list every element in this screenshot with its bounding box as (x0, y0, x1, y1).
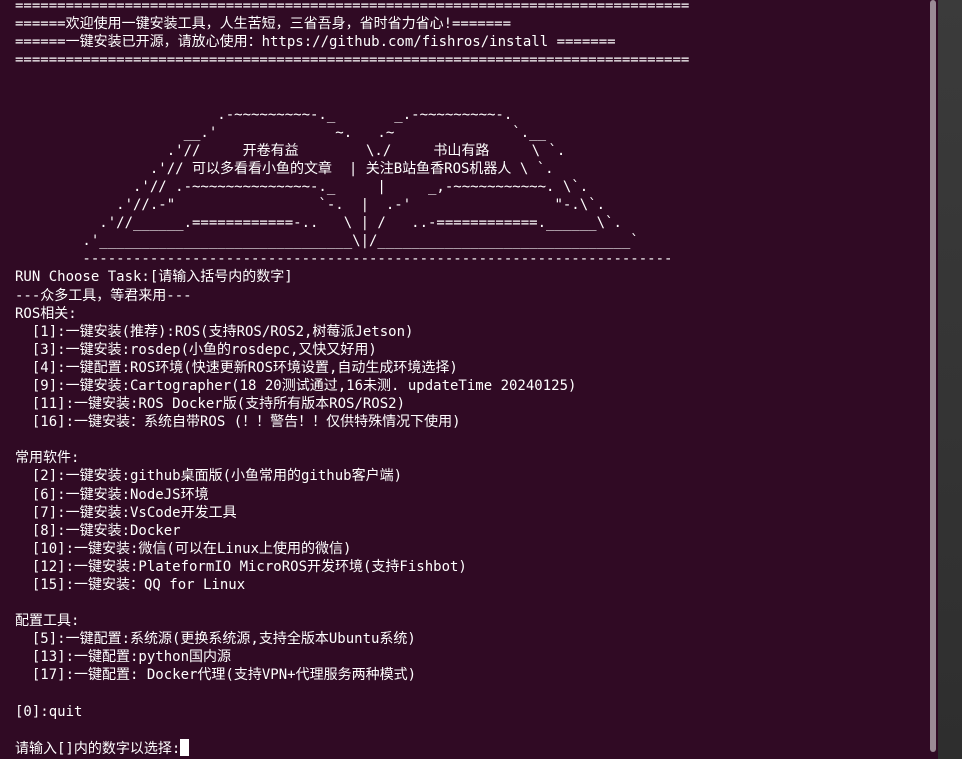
menu-option: [17]:一键配置: Docker代理(支持VPN+代理服务两种模式) (15, 667, 417, 684)
terminal-output: ========================================… (15, 0, 928, 757)
menu-option: [11]:一键安装:ROS Docker版(支持所有版本ROS/ROS2) (15, 396, 406, 413)
ascii-banner-line: ----------------------------------------… (15, 251, 673, 268)
menu-option: [4]:一键配置:ROS环境(快速更新ROS环境设置,自动生成环境选择) (15, 359, 458, 376)
ascii-banner-line: .-~~~~~~~~~-._ _.-~~~~~~~~~-. (15, 106, 513, 123)
menu-option: [2]:一键安装:github桌面版(小鱼常用的github客户端) (15, 468, 403, 485)
menu-title: RUN Choose Task:[请输入括号内的数字] (15, 269, 293, 286)
ascii-banner-line: .'______________________________\|/_____… (15, 233, 639, 250)
opensource-line: ======一键安装已开源，请放心使用：https://github.com/f… (15, 34, 616, 51)
menu-option: [10]:一键安装:微信(可以在Linux上使用的微信) (15, 540, 352, 557)
header-rule-bottom: ========================================… (15, 52, 690, 69)
input-line[interactable]: 请输入[]内的数字以选择: (15, 738, 928, 757)
input-prompt: 请输入[]内的数字以选择: (15, 740, 181, 757)
software-section-heading: 常用软件: (15, 450, 80, 467)
header-rule: ========================================… (15, 0, 690, 14)
menu-option: [1]:一键安装(推荐):ROS(支持ROS/ROS2,树莓派Jetson) (15, 323, 414, 340)
ascii-banner-line: .'// 开卷有益 \./ 书山有路 \ `. (15, 142, 566, 159)
menu-option: [3]:一键安装:rosdep(小鱼的rosdepc,又快又好用) (15, 341, 377, 358)
ros-section-heading: ROS相关: (15, 305, 77, 322)
ascii-banner-line: .'// .-~~~~~~~~~~~~~~-._ | _,-~~~~~~~~~~… (15, 178, 589, 195)
config-section-heading: 配置工具: (15, 613, 80, 630)
scrollbar[interactable] (928, 0, 938, 759)
ascii-banner-line: .'//______.============-.. \ | / ..-====… (15, 215, 622, 232)
menu-option: [8]:一键安装:Docker (15, 522, 181, 539)
menu-option: [6]:一键安装:NodeJS环境 (15, 486, 209, 503)
menu-option: [5]:一键配置:系统源(更换系统源,支持全版本Ubuntu系统) (15, 631, 416, 648)
ascii-banner-line: .'//.-" `-. | .-' "-.\`. (15, 197, 606, 214)
menu-option: [12]:一键安装:PlateformIO MicroROS开发环境(支持Fis… (15, 558, 467, 575)
welcome-line: ======欢迎使用一键安装工具，人生苦短，三省吾身，省时省力省心!======… (15, 16, 512, 33)
quit-option: [0]:quit (15, 703, 83, 720)
menu-option: [7]:一键安装:VsCode开发工具 (15, 504, 237, 521)
window-edge (938, 0, 962, 759)
menu-option: [9]:一键安装:Cartographer(18 20测试通过,16未测. up… (15, 377, 577, 394)
terminal-window[interactable]: ========================================… (0, 0, 962, 759)
menu-option: [15]:一键安装：QQ for Linux (15, 577, 246, 593)
scrollbar-thumb[interactable] (930, 0, 936, 752)
menu-option: [16]:一键安装：系统自带ROS (！！警告！！仅供特殊情况下使用) (15, 414, 461, 431)
ascii-banner-line: __.' ~. .~ `.__ (15, 124, 547, 141)
menu-option: [13]:一键配置:python国内源 (15, 649, 232, 666)
text-cursor[interactable] (180, 738, 190, 756)
ascii-banner-line: .'// 可以多看看小鱼的文章 | 关注B站鱼香ROS机器人 \ `. (15, 160, 554, 177)
menu-subtitle: ---众多工具，等君来用--- (15, 287, 192, 304)
